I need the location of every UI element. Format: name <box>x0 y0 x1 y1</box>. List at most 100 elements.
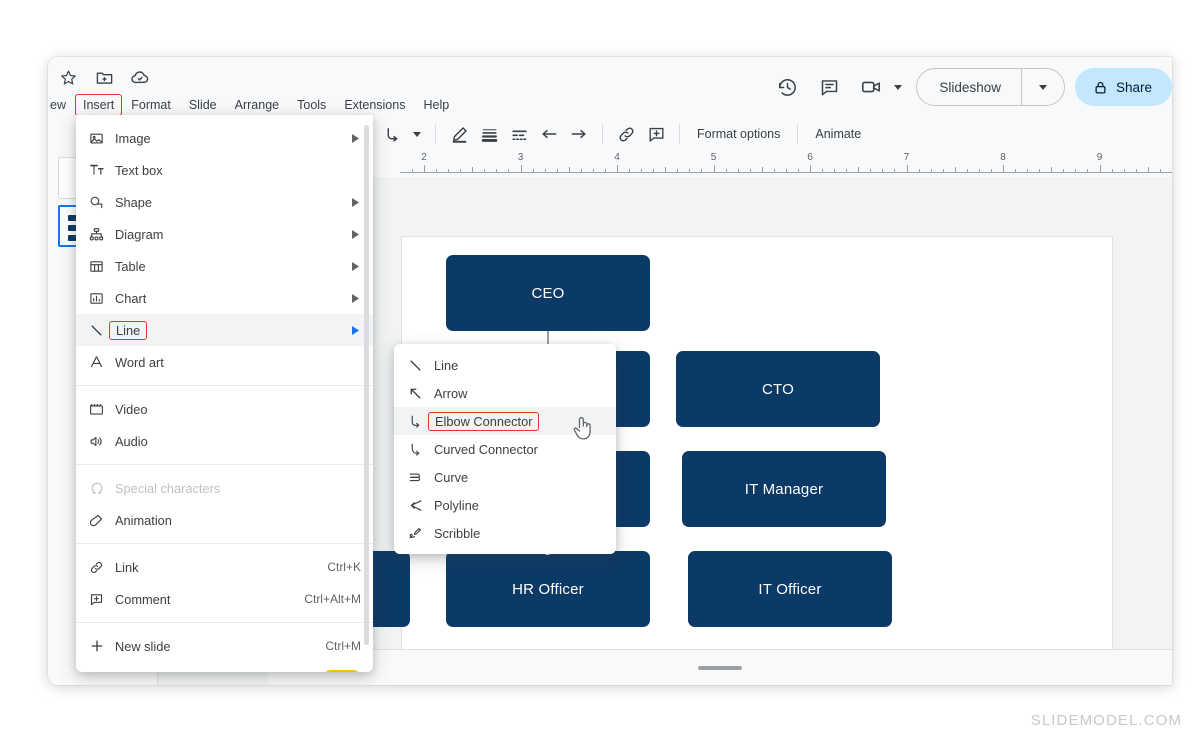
menu-item-shortcut: Ctrl+Alt+M <box>304 592 361 606</box>
ruler-tick <box>930 169 932 172</box>
ruler-tick <box>773 169 775 172</box>
line-submenu-item-polyline[interactable]: Polyline <box>394 491 616 519</box>
menu-slide[interactable]: Slide <box>180 94 226 116</box>
format-options-button[interactable]: Format options <box>689 123 788 145</box>
diagram-icon <box>89 227 115 242</box>
insert-menu-item-link[interactable]: Link Ctrl+K <box>76 551 373 583</box>
insert-menu-item-new-slide[interactable]: New slide Ctrl+M <box>76 630 373 662</box>
submenu-arrow-icon <box>349 293 361 303</box>
curve-icon <box>408 470 434 485</box>
ruler-tick <box>592 169 594 172</box>
line-end-point-icon[interactable] <box>565 120 593 148</box>
insert-menu-item-image[interactable]: Image <box>76 122 373 154</box>
notes-resize-handle[interactable] <box>698 666 742 670</box>
submenu-arrow-icon <box>349 325 361 335</box>
ruler-axis <box>400 172 1172 173</box>
ruler-tick <box>484 169 486 172</box>
app-bar-right-actions: Slideshow Share <box>766 65 1172 109</box>
ruler-tick <box>653 169 655 172</box>
line-weight-icon[interactable] <box>475 120 503 148</box>
org-node-cto[interactable]: CTO <box>676 351 880 427</box>
menu-format[interactable]: Format <box>122 94 180 116</box>
omega-icon <box>89 480 115 496</box>
ruler-tick <box>1123 169 1125 172</box>
comment-history-icon[interactable] <box>808 66 850 108</box>
animate-button[interactable]: Animate <box>807 123 869 145</box>
ruler-tick <box>689 169 691 172</box>
insert-menu-item-comment[interactable]: Comment Ctrl+Alt+M <box>76 583 373 615</box>
menu-ew[interactable]: ew <box>48 94 75 116</box>
ruler-tick <box>882 169 884 172</box>
ruler-tick <box>810 165 811 172</box>
ruler-tick <box>737 169 739 172</box>
audio-icon <box>89 434 115 449</box>
insert-dropdown-menu[interactable]: Image Text box Shape Diagram Table Chart Line W… <box>76 115 373 672</box>
menu-extensions[interactable]: Extensions <box>335 94 414 116</box>
ruler-tick <box>918 169 920 172</box>
line-color-icon[interactable] <box>445 120 473 148</box>
insert-menu-item-shape[interactable]: Shape <box>76 186 373 218</box>
star-icon[interactable] <box>57 66 79 88</box>
org-node-ceo[interactable]: CEO <box>446 255 650 331</box>
menu-insert[interactable]: Insert <box>74 94 123 116</box>
menu-item-label: Video <box>115 401 148 417</box>
menu-tools[interactable]: Tools <box>288 94 335 116</box>
insert-menu-item-chart[interactable]: Chart <box>76 282 373 314</box>
org-node-itoff[interactable]: IT Officer <box>688 551 892 627</box>
menu-arrange[interactable]: Arrange <box>226 94 288 116</box>
insert-menu-item-video[interactable]: Video <box>76 393 373 425</box>
org-node-hroff[interactable]: HR Officer <box>446 551 650 627</box>
new-badge: New <box>323 670 361 672</box>
slidemodel-watermark: SLIDEMODEL.COM <box>1030 712 1182 729</box>
ruler-tick <box>834 169 836 172</box>
line-submenu-item-arrow[interactable]: Arrow <box>394 379 616 407</box>
connector-dropdown-caret-icon[interactable] <box>408 120 426 148</box>
menu-item-shortcut: Ctrl+M <box>325 639 361 653</box>
line-submenu-item-curve[interactable]: Curve <box>394 463 616 491</box>
ruler-tick <box>785 169 787 172</box>
slideshow-label[interactable]: Slideshow <box>917 80 1021 95</box>
google-meet-camera-icon[interactable] <box>850 66 892 108</box>
ruler-tick <box>942 169 944 172</box>
line-start-point-icon[interactable] <box>535 120 563 148</box>
google-meet-button[interactable] <box>850 66 908 108</box>
menu-item-shortcut: Ctrl+K <box>327 560 361 574</box>
ruler-tick <box>954 167 956 172</box>
insert-menu-scrollbar[interactable] <box>364 125 369 645</box>
line-submenu[interactable]: Line Arrow Elbow Connector Curved Connector… <box>394 344 616 554</box>
insert-link-icon[interactable] <box>612 120 640 148</box>
share-button[interactable]: Share <box>1074 68 1172 106</box>
toolbar-divider <box>797 124 799 144</box>
menu-help[interactable]: Help <box>414 94 458 116</box>
line-submenu-item-line[interactable]: Line <box>394 351 616 379</box>
org-node-itmgr[interactable]: IT Manager <box>682 451 886 527</box>
horizontal-ruler[interactable]: 2 3 4 5 6 7 8 9 <box>400 151 1172 177</box>
menu-item-label: Line <box>109 320 148 340</box>
add-comment-icon[interactable] <box>642 120 670 148</box>
document-quick-actions <box>57 66 151 88</box>
ruler-label: 9 <box>1096 152 1103 163</box>
insert-menu-item-templates[interactable]: TemplatesNew <box>76 662 373 672</box>
slideshow-dropdown-button[interactable] <box>1022 69 1064 105</box>
toolbar-buttons: Format options Animate <box>348 120 869 148</box>
ruler-tick <box>1015 169 1017 172</box>
insert-menu-item-table[interactable]: Table <box>76 250 373 282</box>
slideshow-button-group[interactable]: Slideshow <box>916 68 1065 106</box>
insert-menu-item-audio[interactable]: Audio <box>76 425 373 457</box>
line-submenu-item-scribble[interactable]: Scribble <box>394 519 616 547</box>
connector-tool-icon[interactable] <box>378 120 406 148</box>
cloud-saved-icon[interactable] <box>129 66 151 88</box>
insert-menu-item-line[interactable]: Line <box>76 314 373 346</box>
move-to-folder-icon[interactable] <box>93 66 115 88</box>
insert-menu-item-word-art[interactable]: Word art <box>76 346 373 378</box>
insert-menu-item-animation[interactable]: Animation <box>76 504 373 536</box>
line-dash-icon[interactable] <box>505 120 533 148</box>
menu-item-label: Image <box>115 130 151 146</box>
ruler-tick <box>701 169 703 172</box>
insert-menu-item-text-box[interactable]: Text box <box>76 154 373 186</box>
speaker-notes-divider[interactable] <box>268 649 1172 685</box>
ruler-tick <box>1087 169 1089 172</box>
version-history-icon[interactable] <box>766 66 808 108</box>
chevron-down-icon[interactable] <box>894 84 903 90</box>
insert-menu-item-diagram[interactable]: Diagram <box>76 218 373 250</box>
